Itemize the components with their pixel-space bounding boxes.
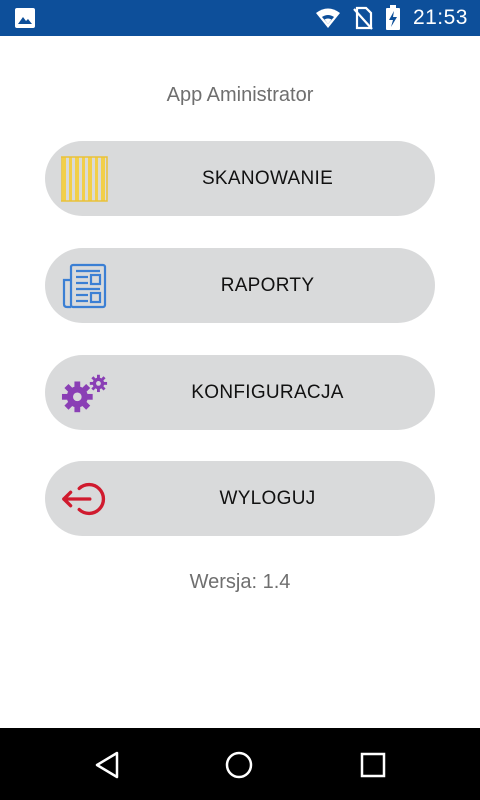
no-sim-icon <box>353 6 373 30</box>
scan-button[interactable]: SKANOWANIE <box>45 141 435 216</box>
image-notification-icon <box>14 7 36 34</box>
app-title: App Aministrator <box>166 84 314 106</box>
barcode-icon <box>61 155 109 203</box>
wifi-icon <box>315 7 341 29</box>
back-icon[interactable] <box>90 748 124 782</box>
status-icons: 21:53 <box>303 0 468 36</box>
report-icon <box>61 262 109 310</box>
recents-icon[interactable] <box>356 748 390 782</box>
clock: 21:53 <box>412 6 468 29</box>
reports-button-label: RAPORTY <box>220 274 315 296</box>
configuration-button[interactable]: KONFIGURACJA <box>45 355 435 430</box>
scan-button-label: SKANOWANIE <box>201 167 334 189</box>
navigation-bar <box>0 728 480 800</box>
logout-button[interactable]: WYLOGUJ <box>45 461 435 536</box>
battery-charging-icon <box>385 5 401 31</box>
status-bar: 21:53 <box>0 0 480 36</box>
logout-icon <box>61 475 109 523</box>
configuration-button-label: KONFIGURACJA <box>191 381 344 403</box>
gears-icon <box>61 369 109 417</box>
home-icon[interactable] <box>222 748 256 782</box>
logout-button-label: WYLOGUJ <box>219 487 316 509</box>
version-label: Wersja: 1.4 <box>189 571 291 593</box>
reports-button[interactable]: RAPORTY <box>45 248 435 323</box>
